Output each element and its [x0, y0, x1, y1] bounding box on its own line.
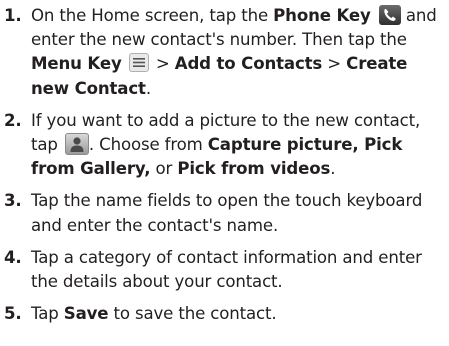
menu-key-label: Menu Key: [31, 54, 122, 74]
step-2: 2. If you want to add a picture to the n…: [4, 109, 446, 182]
step-number: 3.: [4, 191, 22, 211]
step-4: 4. Tap a category of contact information…: [4, 246, 446, 294]
step-text: .: [330, 159, 336, 179]
step-text: or: [150, 159, 178, 179]
step-text: Tap a category of contact information an…: [31, 247, 422, 292]
step-text: Tap: [31, 304, 64, 324]
step-text: to save the contact.: [108, 304, 277, 324]
step-text: >: [322, 54, 347, 74]
add-to-contacts-label: Add to Contacts: [174, 54, 323, 74]
step-number: 1.: [4, 6, 22, 25]
contact-picture-icon: [64, 132, 89, 155]
step-number: 2.: [4, 110, 22, 130]
step-3: 3. Tap the name fields to open the touch…: [4, 189, 446, 237]
step-text: . Choose from: [88, 135, 208, 155]
step-text: .: [145, 78, 151, 98]
step-text: Tap the name fields to open the touch ke…: [31, 191, 423, 235]
phone-icon: [378, 4, 401, 25]
step-number: 5.: [4, 304, 22, 324]
phone-key-label: Phone Key: [273, 6, 371, 25]
menu-icon: [128, 53, 149, 73]
pick-from-videos-label: Pick from videos: [177, 159, 331, 179]
step-number: 4.: [4, 247, 22, 267]
instruction-list: 1. On the Home screen, tap the Phone Key…: [4, 4, 446, 334]
step-text: >: [150, 54, 175, 74]
step-5: 5. Tap Save to save the contact.: [4, 302, 446, 326]
step-text: On the Home screen, tap the: [31, 6, 274, 25]
step-1: 1. On the Home screen, tap the Phone Key…: [4, 4, 446, 101]
save-label: Save: [63, 304, 109, 324]
